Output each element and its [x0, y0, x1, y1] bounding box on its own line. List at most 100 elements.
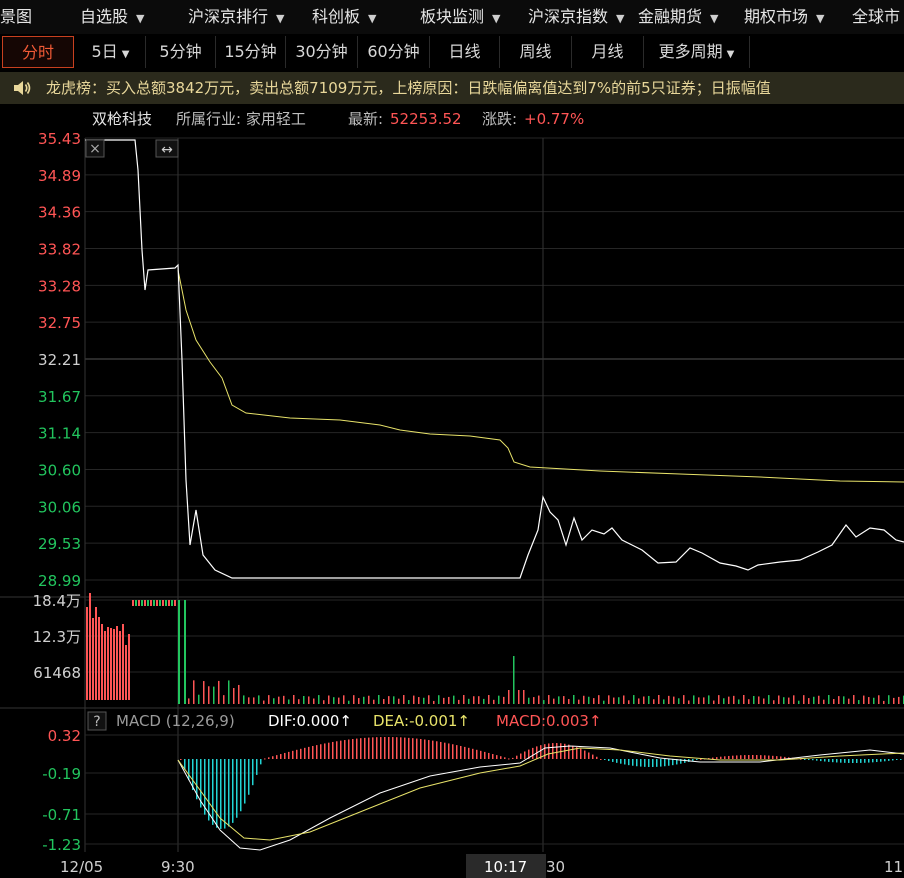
intraday-chart[interactable]: 35.43 34.89 34.36 33.82 33.28 32.75 32.21 31.67… [0, 0, 904, 878]
price-tick-label: 34.89 [38, 167, 81, 185]
macd-bar [420, 739, 422, 759]
macd-bar [648, 759, 650, 767]
macd-name[interactable]: MACD (12,26,9) [116, 712, 235, 730]
volume-bar [558, 696, 560, 704]
volume-bar [278, 696, 280, 704]
macd-bar [756, 755, 758, 759]
volume-bar [628, 700, 630, 704]
macd-bar [320, 744, 322, 759]
price-tick-label: 33.82 [38, 240, 81, 258]
volume-bar [428, 695, 430, 704]
macd-bar [620, 759, 622, 764]
help-icon[interactable]: ? [93, 714, 100, 730]
volume-bar [208, 686, 210, 704]
volume-bar [238, 684, 240, 704]
macd-bar [232, 759, 234, 823]
volume-bar [513, 656, 515, 704]
macd-bar [208, 759, 210, 821]
volume-bar [313, 698, 315, 704]
volume-bar [673, 696, 675, 704]
volume-bar [728, 696, 730, 704]
macd-bar [584, 750, 586, 759]
time-label-11: 11 [884, 858, 903, 876]
macd-bar [424, 739, 426, 759]
macd-bar [872, 759, 874, 763]
volume-bar [144, 600, 146, 606]
macd-bar [896, 759, 898, 760]
volume-bar [853, 695, 855, 704]
volume-bar [323, 700, 325, 704]
macd-bar [828, 759, 830, 762]
volume-bar [528, 697, 530, 704]
macd-bar [636, 759, 638, 767]
macd-bar [848, 759, 850, 763]
macd-bar [556, 743, 558, 759]
close-icon[interactable]: × [89, 141, 101, 157]
macd-bar [240, 759, 242, 812]
volume-bar [273, 698, 275, 704]
volume-bar [258, 695, 260, 704]
macd-bar [344, 740, 346, 759]
macd-bar [720, 756, 722, 759]
volume-bar [243, 695, 245, 704]
macd-bar [604, 759, 606, 761]
axis-labels: 35.43 34.89 34.36 33.82 33.28 32.75 32.21 31.67… [33, 130, 81, 854]
volume-bar [738, 699, 740, 704]
macd-bar [492, 754, 494, 759]
volume-bar [788, 697, 790, 704]
volume-bar [159, 600, 161, 606]
price-tick-label: 32.21 [38, 351, 81, 369]
macd-bar [824, 759, 826, 762]
macd-bar [776, 756, 778, 759]
volume-bar [663, 699, 665, 704]
volume-bar [703, 697, 705, 704]
price-tick-label: 32.75 [38, 314, 81, 332]
expand-icon[interactable]: ↔ [161, 142, 173, 158]
volume-bar [473, 696, 475, 704]
macd-bar [692, 759, 694, 761]
macd-bar [640, 759, 642, 767]
volume-bar [248, 697, 250, 704]
volume-bar [633, 695, 635, 704]
macd-bar [668, 759, 670, 766]
volume-bar [798, 700, 800, 704]
macd-bar [804, 759, 806, 760]
macd-bar [568, 744, 570, 759]
volume-bar [383, 699, 385, 704]
dif-line [177, 745, 904, 851]
volume-bar [843, 696, 845, 704]
macd-bar [532, 747, 534, 759]
macd-bar [632, 759, 634, 766]
volume-bar [563, 696, 565, 704]
price-tick-label: 31.14 [38, 425, 81, 443]
volume-tick-label: 12.3万 [33, 628, 81, 646]
macd-bar [856, 759, 858, 763]
volume-bar [218, 680, 220, 704]
macd-bar [280, 754, 282, 759]
macd-bar [452, 744, 454, 759]
volume-bar [538, 695, 540, 704]
macd-bar [728, 755, 730, 759]
volume-bar [198, 694, 200, 704]
volume-bar [113, 629, 115, 700]
volume-bar [618, 697, 620, 704]
macd-bar [860, 759, 862, 763]
macd-bar [440, 741, 442, 759]
volume-bar [328, 695, 330, 704]
macd-bar [276, 755, 278, 759]
macd-bar [508, 758, 510, 760]
volume-bar [508, 690, 510, 704]
macd-value: MACD:0.003↑ [496, 712, 602, 730]
macd-bar [772, 755, 774, 759]
macd-bar [480, 750, 482, 759]
price-tick-label: 29.53 [38, 535, 81, 553]
time-label-date: 12/05 [60, 858, 103, 876]
macd-bar [472, 748, 474, 759]
macd-bar [224, 759, 226, 829]
volume-bar [608, 695, 610, 704]
macd-bar [588, 752, 590, 759]
macd-tick-label: -0.71 [42, 806, 81, 824]
volume-bar [708, 695, 710, 704]
macd-bar [780, 756, 782, 759]
macd-bar [332, 741, 334, 759]
